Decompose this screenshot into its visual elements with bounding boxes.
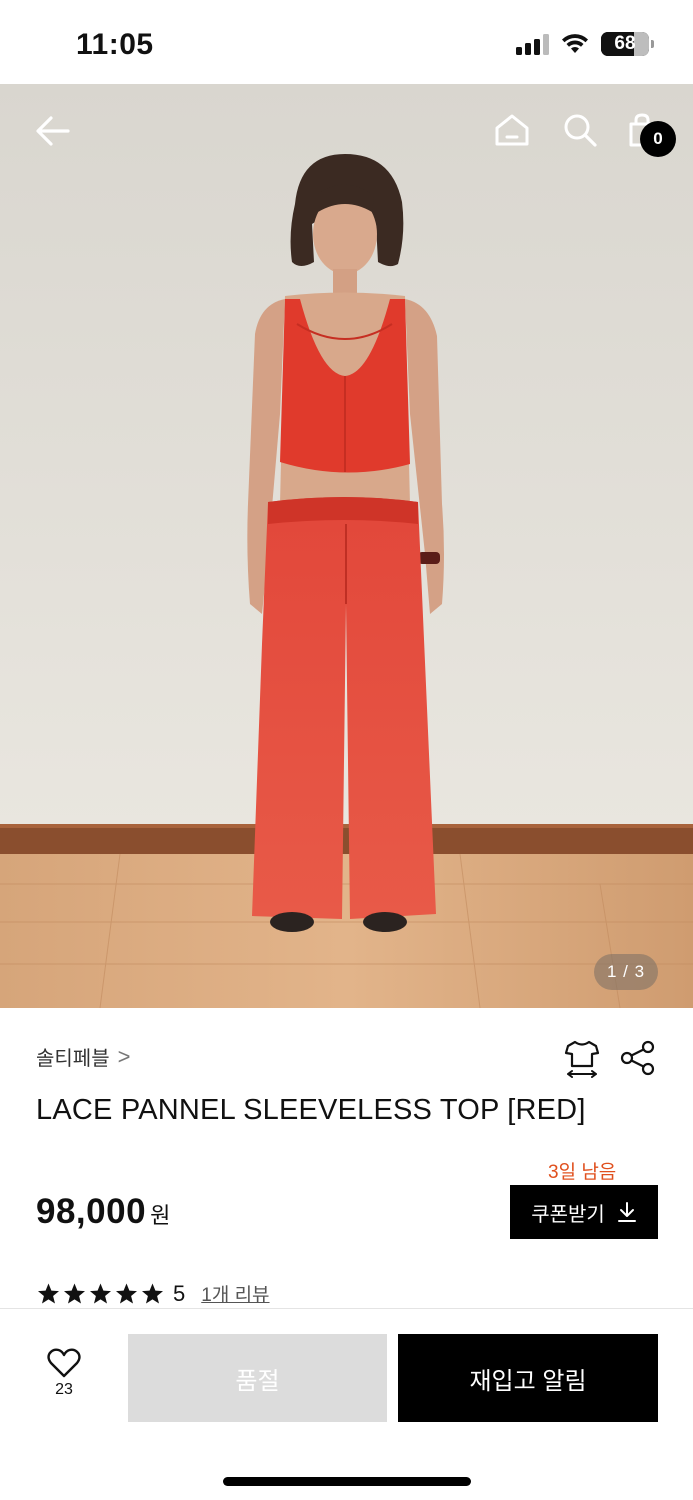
review-link[interactable]: 1개 리뷰: [201, 1280, 269, 1307]
get-coupon-button[interactable]: 쿠폰받기: [510, 1185, 658, 1239]
status-time: 11:05: [76, 28, 154, 61]
like-button[interactable]: 23: [36, 1347, 92, 1399]
price-unit: 원: [150, 1203, 171, 1228]
back-arrow-icon: [36, 116, 70, 146]
rating-stars: [36, 1282, 165, 1306]
heart-icon: [47, 1348, 81, 1378]
size-guide-shirt-icon: [564, 1040, 600, 1078]
product-title: LACE PANNEL SLEEVELESS TOP [RED]: [36, 1094, 586, 1126]
hero-top-nav: [0, 84, 693, 174]
rating-value: 5: [173, 1280, 186, 1306]
home-button[interactable]: [490, 108, 534, 152]
star-icon: [90, 1283, 111, 1303]
wifi-icon: [562, 34, 588, 53]
chevron-right-icon: >: [117, 1043, 131, 1069]
battery-icon: 68: [601, 32, 654, 56]
brand-link[interactable]: 솔티페블 >: [36, 1042, 130, 1071]
product-photo: [0, 84, 693, 1008]
home-indicator: [223, 1477, 471, 1486]
status-bar: 11:05 68: [0, 0, 693, 84]
download-icon: [617, 1202, 636, 1222]
home-icon: [495, 114, 529, 146]
cellular-signal-icon: [516, 33, 549, 55]
brand-name: 솔티페블: [36, 1048, 110, 1070]
star-icon: [116, 1283, 137, 1303]
product-price: 98,000 원: [36, 1192, 170, 1232]
like-count: 23: [55, 1381, 73, 1398]
back-button[interactable]: [30, 108, 76, 154]
status-icons: 68: [516, 32, 654, 56]
star-icon: [38, 1283, 59, 1303]
battery-level: 68: [614, 33, 636, 54]
coupon-expiry-note: 3일 남음: [548, 1162, 617, 1183]
star-icon: [142, 1283, 163, 1303]
image-page-indicator: 1 / 3: [594, 954, 658, 990]
cart-count-badge: 0: [640, 121, 676, 157]
share-icon: [620, 1040, 655, 1076]
product-rating: 5 1개 리뷰: [36, 1280, 270, 1307]
soldout-button[interactable]: 품절: [128, 1334, 387, 1422]
search-icon: [564, 114, 597, 147]
star-icon: [64, 1283, 85, 1303]
product-info: 솔티페블 > LACE PANNEL SLEEVELESS TOP [RED] …: [0, 1008, 693, 1308]
coupon-button-label: 쿠폰받기: [531, 1203, 605, 1226]
bottom-action-bar: 23 품절 재입고 알림: [0, 1308, 693, 1500]
product-image-carousel[interactable]: [0, 84, 693, 1008]
restock-alert-button[interactable]: 재입고 알림: [398, 1334, 658, 1422]
price-value: 98,000: [36, 1192, 147, 1231]
share-button[interactable]: [618, 1038, 658, 1078]
size-guide-button[interactable]: [562, 1038, 602, 1078]
search-button[interactable]: [558, 108, 602, 152]
